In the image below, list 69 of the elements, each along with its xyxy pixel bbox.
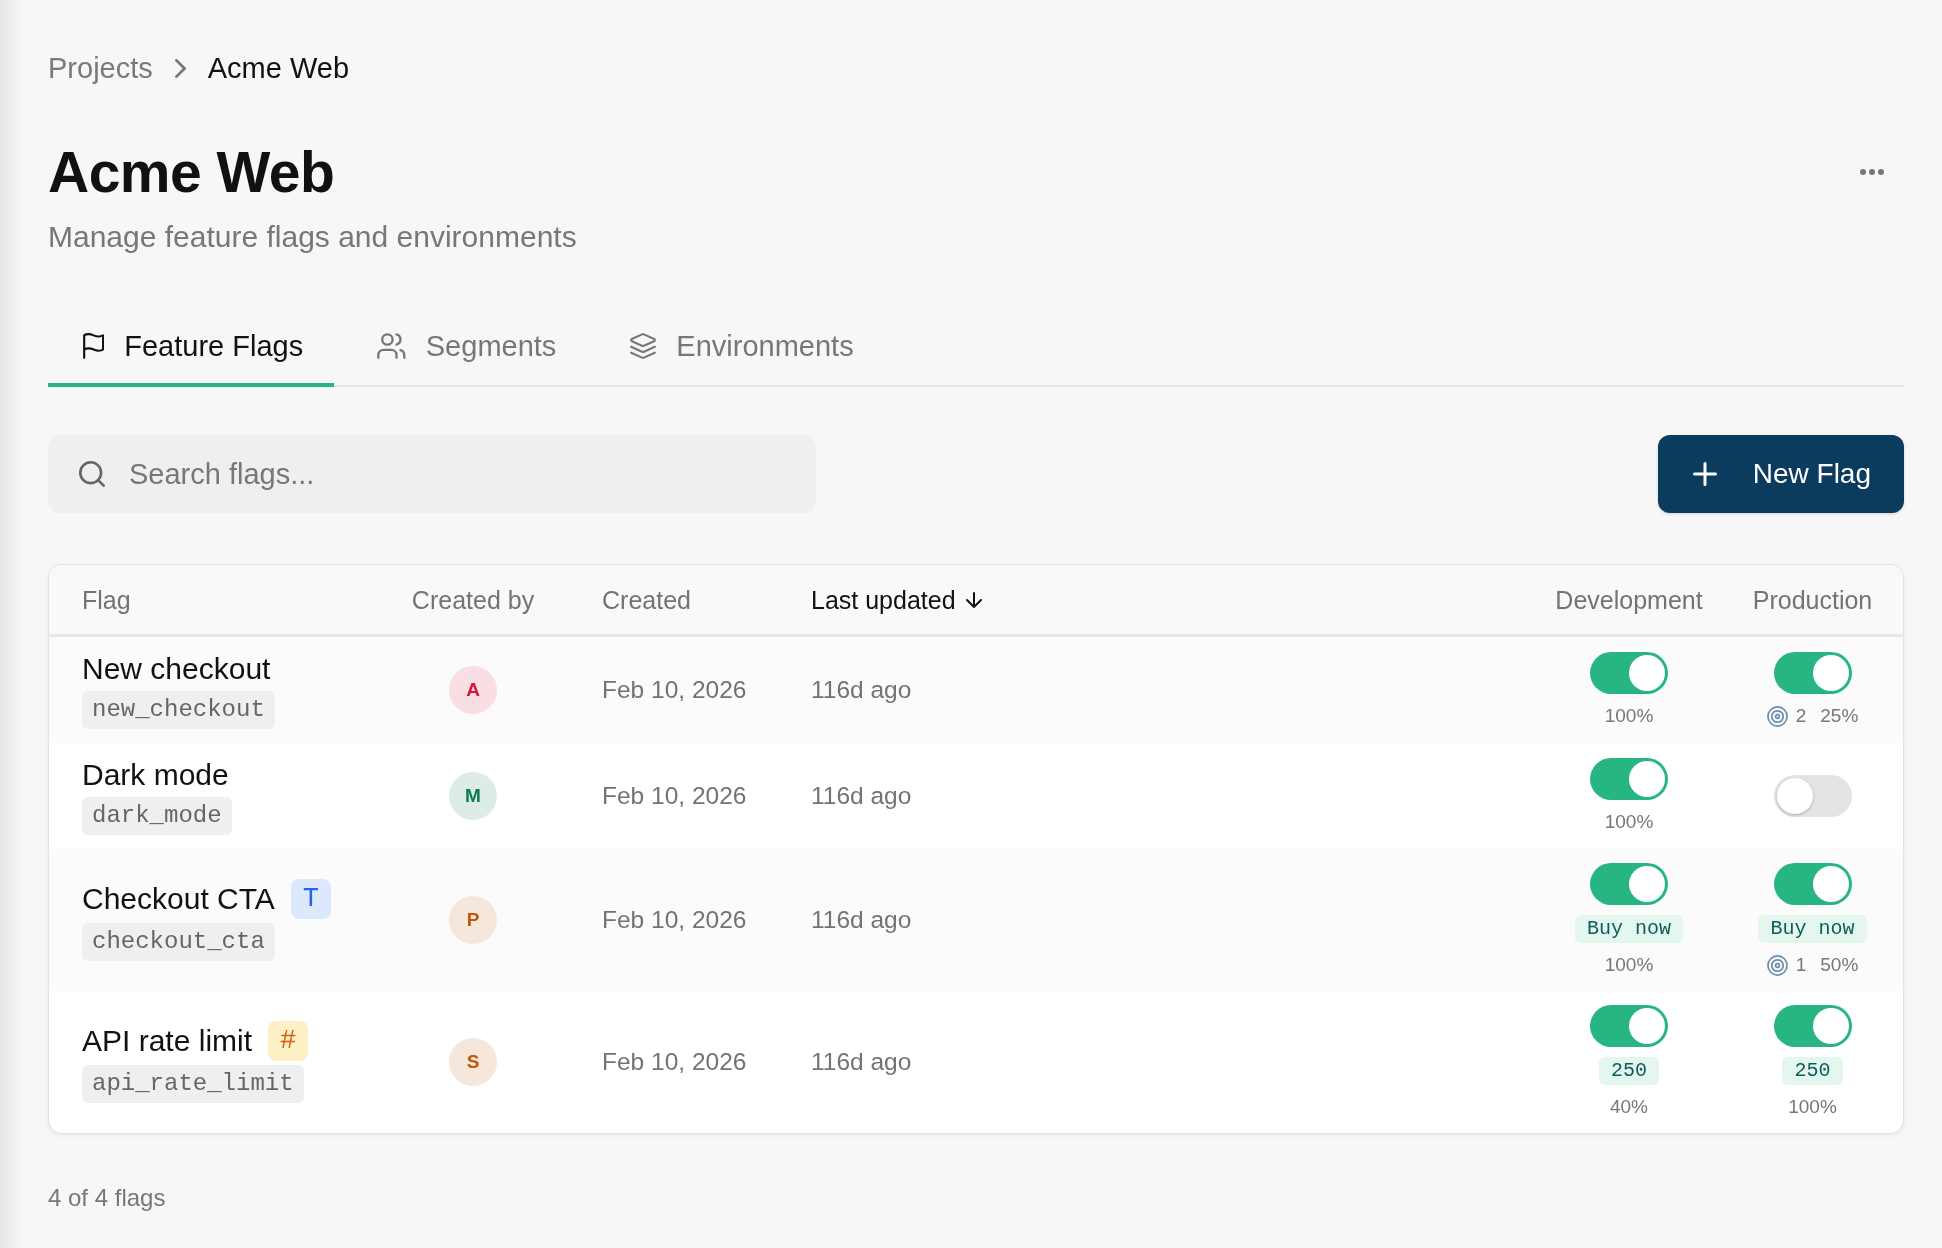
plus-icon — [1692, 462, 1717, 486]
page-subtitle: Manage feature flags and environments — [48, 219, 577, 255]
toggle-switch[interactable] — [1590, 863, 1668, 905]
variant-value: 250 — [1782, 1057, 1843, 1085]
flag-count: 4 of 4 flags — [48, 1183, 166, 1213]
toggle-switch[interactable] — [1773, 775, 1852, 817]
sort-arrow-icon — [965, 589, 982, 610]
tab[interactable]: Feature Flags — [48, 318, 335, 387]
created-date: Feb 10, 2026 — [602, 906, 747, 933]
people-icon — [377, 333, 406, 359]
avatar: A — [449, 666, 497, 714]
rollout-percent: 100% — [1604, 810, 1654, 834]
updated-time: 116d ago — [811, 782, 912, 809]
search-field[interactable]: Search flags... — [48, 435, 816, 513]
rollout-percent: 40% — [1610, 1095, 1648, 1119]
toggle-switch[interactable] — [1590, 652, 1668, 694]
column-header[interactable]: Created — [546, 583, 811, 616]
rollout-percent: 100% — [1604, 953, 1654, 977]
created-date: Feb 10, 2026 — [602, 782, 747, 809]
search-icon — [79, 461, 105, 487]
breadcrumb-current: Acme Web — [207, 51, 350, 86]
rollout-percent: 100% — [1788, 1095, 1837, 1119]
updated-time: 116d ago — [811, 676, 912, 703]
column-header[interactable]: Created by — [400, 583, 546, 616]
updated-time: 116d ago — [811, 906, 912, 933]
rollout-percent: 100% — [1604, 704, 1654, 728]
toggle-switch[interactable] — [1773, 652, 1852, 694]
rule-count: 2 — [1795, 704, 1807, 728]
avatar: P — [449, 896, 497, 944]
tab[interactable]: Segments — [342, 318, 588, 387]
toggle-switch[interactable] — [1773, 1005, 1852, 1047]
flag-icon — [83, 333, 105, 359]
breadcrumb-link[interactable]: Projects — [48, 50, 153, 86]
created-date: Feb 10, 2026 — [602, 1048, 747, 1075]
variant-value: Buy now — [1575, 915, 1683, 943]
flag-key: dark_mode — [82, 797, 232, 835]
created-date: Feb 10, 2026 — [602, 676, 747, 703]
tab[interactable]: Environments — [595, 318, 885, 387]
flag-key: api_rate_limit — [82, 1065, 304, 1103]
target-icon — [1766, 954, 1788, 976]
rule-count: 1 — [1795, 953, 1807, 977]
rollout-percent: 25% — [1820, 704, 1859, 728]
flag-name: Dark mode — [82, 757, 229, 793]
target-icon — [1766, 705, 1788, 727]
column-header[interactable]: Last updated — [811, 583, 1536, 616]
flag-name: API rate limit — [82, 1023, 253, 1059]
toggle-switch[interactable] — [1590, 758, 1668, 800]
more-icon — [1860, 169, 1884, 175]
flag-key: checkout_cta — [82, 923, 275, 961]
flag-type-tag: # — [268, 1021, 309, 1061]
rollout-percent: 50% — [1820, 953, 1859, 977]
variant-value: Buy now — [1758, 915, 1867, 943]
column-header[interactable]: Production — [1722, 583, 1903, 616]
new-flag-button[interactable]: New Flag — [1657, 435, 1904, 513]
flag-type-tag: T — [290, 879, 331, 919]
variant-value: 250 — [1599, 1057, 1659, 1085]
avatar: S — [449, 1038, 497, 1086]
updated-time: 116d ago — [811, 1048, 912, 1075]
toggle-switch[interactable] — [1590, 1005, 1668, 1047]
flag-name: Checkout CTA — [82, 881, 275, 917]
toggle-switch[interactable] — [1773, 863, 1852, 905]
avatar: M — [449, 772, 497, 820]
column-header[interactable]: Development — [1536, 583, 1722, 616]
layers-icon — [630, 333, 657, 359]
flag-name: New checkout — [82, 651, 271, 687]
column-header[interactable]: Flag — [49, 583, 400, 616]
page-title: Acme Web — [48, 139, 335, 205]
flag-key: new_checkout — [82, 691, 275, 729]
chevron-right-icon — [174, 58, 186, 78]
